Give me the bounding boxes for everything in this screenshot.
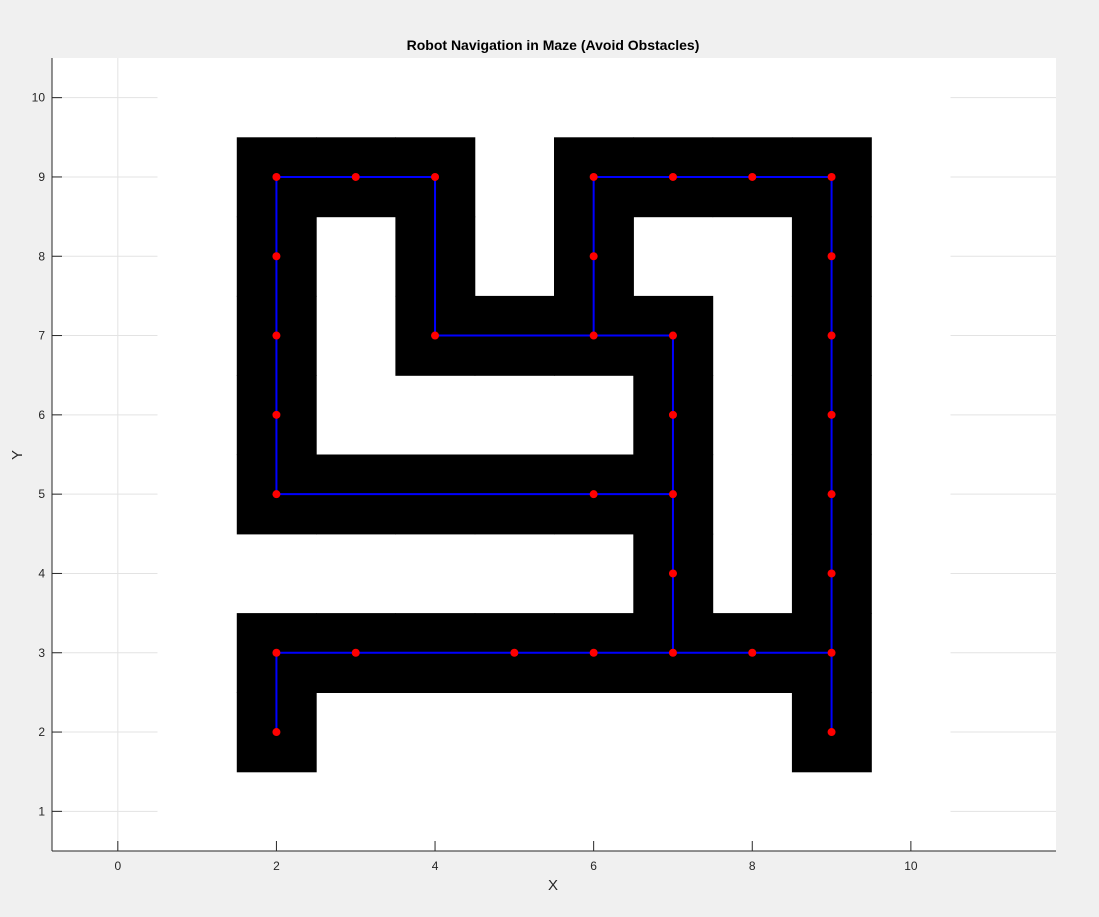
y-tick-label: 8 xyxy=(38,249,45,263)
path-node-point xyxy=(668,648,677,657)
path-node-point xyxy=(272,728,281,737)
path-node-point xyxy=(827,490,836,499)
path-node-point xyxy=(589,252,598,261)
path-node-point xyxy=(668,410,677,419)
y-tick-label: 7 xyxy=(38,329,45,343)
path-node-point xyxy=(589,490,598,499)
path-node-point xyxy=(668,172,677,181)
y-tick-label: 5 xyxy=(38,487,45,501)
y-tick-label: 1 xyxy=(38,804,45,818)
path-node-point xyxy=(272,490,281,499)
path-node-point xyxy=(827,648,836,657)
path-node-point xyxy=(668,569,677,578)
path-node-point xyxy=(272,331,281,340)
path-node-point xyxy=(589,648,598,657)
path-node-point xyxy=(272,252,281,261)
path-node-point xyxy=(827,569,836,578)
path-node-point xyxy=(668,331,677,340)
path-node-point xyxy=(827,172,836,181)
path-node-point xyxy=(272,648,281,657)
chart-title: Robot Navigation in Maze (Avoid Obstacle… xyxy=(407,37,700,53)
path-node-point xyxy=(589,172,598,181)
x-tick-label: 10 xyxy=(904,859,918,873)
x-tick-label: 4 xyxy=(432,859,439,873)
y-tick-label: 6 xyxy=(38,408,45,422)
figure-canvas: 0 2 4 6 8 10 12345678910 Robot Navigation in … xyxy=(0,0,1099,917)
path-node-point xyxy=(827,331,836,340)
x-tick-label: 0 xyxy=(114,859,121,873)
path-node-point xyxy=(748,648,757,657)
x-axis-label: X xyxy=(548,877,558,894)
path-node-point xyxy=(827,410,836,419)
path-node-point xyxy=(827,728,836,737)
path-node-point xyxy=(272,172,281,181)
x-tick-label: 2 xyxy=(273,859,280,873)
y-tick-label: 4 xyxy=(38,566,45,580)
path-node-point xyxy=(272,410,281,419)
y-tick-label: 9 xyxy=(38,170,45,184)
path-node-point xyxy=(431,172,440,181)
path-node-point xyxy=(431,331,440,340)
path-node-point xyxy=(351,648,360,657)
path-node-point xyxy=(827,252,836,261)
path-node-point xyxy=(589,331,598,340)
y-tick-label: 10 xyxy=(32,91,46,105)
y-tick-label: 3 xyxy=(38,646,45,660)
path-node-point xyxy=(351,172,360,181)
y-tick-label: 2 xyxy=(38,725,45,739)
path-node-point xyxy=(510,648,519,657)
x-tick-label: 8 xyxy=(749,859,756,873)
x-tick-label: 6 xyxy=(590,859,597,873)
y-axis-label: Y xyxy=(9,450,26,460)
path-node-point xyxy=(668,490,677,499)
path-node-point xyxy=(748,172,757,181)
